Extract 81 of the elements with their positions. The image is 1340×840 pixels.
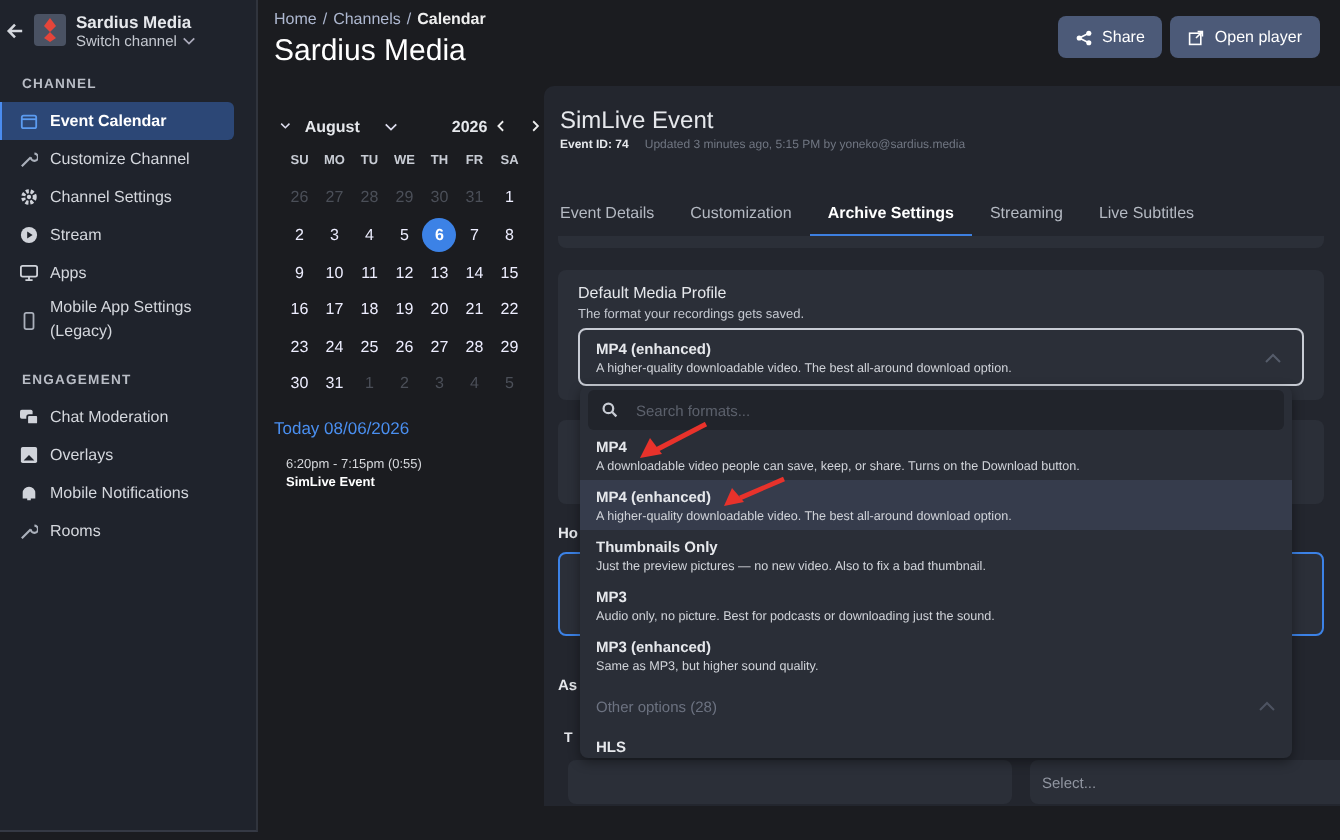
calendar-day[interactable]: 1	[492, 179, 527, 217]
calendar-day[interactable]: 30	[282, 365, 317, 403]
play-icon	[20, 226, 38, 244]
calendar-day[interactable]: 29	[492, 327, 527, 366]
calendar-day[interactable]: 24	[317, 327, 352, 366]
nav-item[interactable]: Chat Moderation	[0, 398, 234, 436]
nav-item[interactable]: Stream	[0, 216, 234, 254]
month-dropdown[interactable]: August	[304, 117, 398, 135]
calendar-day[interactable]: 21	[457, 290, 492, 328]
tab[interactable]: Streaming	[971, 192, 1081, 236]
share-icon	[1076, 29, 1093, 45]
calendar-day[interactable]: 8	[492, 216, 527, 254]
calendar-day[interactable]: 17	[317, 290, 352, 328]
nav-item[interactable]: Mobile App Settings (Legacy)	[0, 292, 234, 348]
chat-icon	[20, 408, 38, 426]
image-icon	[20, 446, 38, 464]
event-name: SimLive Event	[560, 106, 716, 134]
nav-item[interactable]: Rooms	[0, 512, 234, 550]
calendar-day[interactable]: 15	[492, 253, 527, 291]
tab[interactable]: Customization	[672, 192, 810, 236]
chevron-down-icon	[383, 121, 398, 131]
nav-item[interactable]: Customize Channel	[0, 140, 234, 178]
chevron-down-icon	[182, 35, 197, 45]
calendar-day[interactable]: 5	[387, 216, 422, 254]
calendar-day[interactable]: 9	[282, 253, 317, 291]
chevron-left-icon[interactable]	[495, 116, 504, 136]
gear-icon	[20, 188, 38, 206]
year-label[interactable]: 2026	[451, 117, 488, 135]
nav-item[interactable]: Event Calendar	[0, 102, 234, 140]
annotation-arrow	[722, 476, 786, 508]
calendar-day[interactable]: 27	[422, 327, 457, 366]
calendar-day[interactable]: 31	[317, 365, 352, 403]
input-field[interactable]	[568, 760, 1012, 804]
org-name: Sardius Media	[76, 11, 194, 31]
calendar-day[interactable]: 6	[422, 217, 457, 252]
calendar-day[interactable]: 18	[352, 290, 387, 328]
tab[interactable]: Event Details	[560, 192, 673, 236]
chevron-up-icon	[1258, 700, 1276, 712]
calendar-day[interactable]: 22	[492, 290, 527, 328]
share-button[interactable]: Share	[1058, 16, 1163, 58]
calendar-day[interactable]: 11	[352, 253, 387, 291]
calendar-day[interactable]: 13	[422, 253, 457, 291]
calendar-day[interactable]: 25	[352, 327, 387, 366]
breadcrumb-separator: /	[322, 10, 328, 28]
annotation-arrow	[638, 422, 708, 460]
nav-item[interactable]: Apps	[0, 254, 234, 292]
page-title: Sardius Media	[274, 34, 468, 68]
nav-item[interactable]: Mobile Notifications	[0, 474, 234, 512]
calendar-day[interactable]: 20	[422, 290, 457, 328]
external-link-icon	[1188, 29, 1205, 45]
today-label: Today 08/06/2026	[274, 418, 412, 439]
bell-icon	[20, 484, 38, 502]
search-icon	[602, 402, 618, 418]
calendar-day[interactable]: 19	[387, 290, 422, 328]
calendar-day[interactable]: 28	[457, 327, 492, 366]
monitor-icon	[20, 264, 38, 282]
calendar-day[interactable]: 4	[352, 216, 387, 254]
calendar-day[interactable]: 2	[282, 216, 317, 254]
calendar-day[interactable]: 3	[317, 216, 352, 254]
calendar-day[interactable]: 23	[282, 327, 317, 366]
chevron-up-icon	[1264, 351, 1282, 363]
calendar-day[interactable]: 14	[457, 253, 492, 291]
calendar-day[interactable]: 7	[457, 216, 492, 254]
nav-item[interactable]: Overlays	[0, 436, 234, 474]
phone-icon	[20, 311, 38, 329]
field-label: Default Media Profile	[578, 284, 729, 302]
chevron-right-icon[interactable]	[531, 116, 541, 136]
calendar-day[interactable]: 26	[387, 327, 422, 366]
breadcrumb-link[interactable]: Home	[274, 10, 317, 28]
calendar-icon	[20, 112, 38, 130]
calendar-day[interactable]: 16	[282, 290, 317, 328]
chevron-down-icon[interactable]	[280, 120, 291, 132]
breadcrumb-separator: /	[406, 10, 412, 28]
calendar-day[interactable]: 12	[387, 253, 422, 291]
breadcrumb-link[interactable]: Channels	[333, 10, 401, 28]
back-arrow-icon[interactable]	[6, 21, 24, 39]
open-player-button[interactable]: Open player	[1170, 16, 1320, 58]
tab[interactable]: Live Subtitles	[1080, 192, 1213, 236]
logo-icon	[34, 14, 66, 46]
nav-item[interactable]: Channel Settings	[0, 178, 234, 216]
calendar-day[interactable]: 10	[317, 253, 352, 291]
